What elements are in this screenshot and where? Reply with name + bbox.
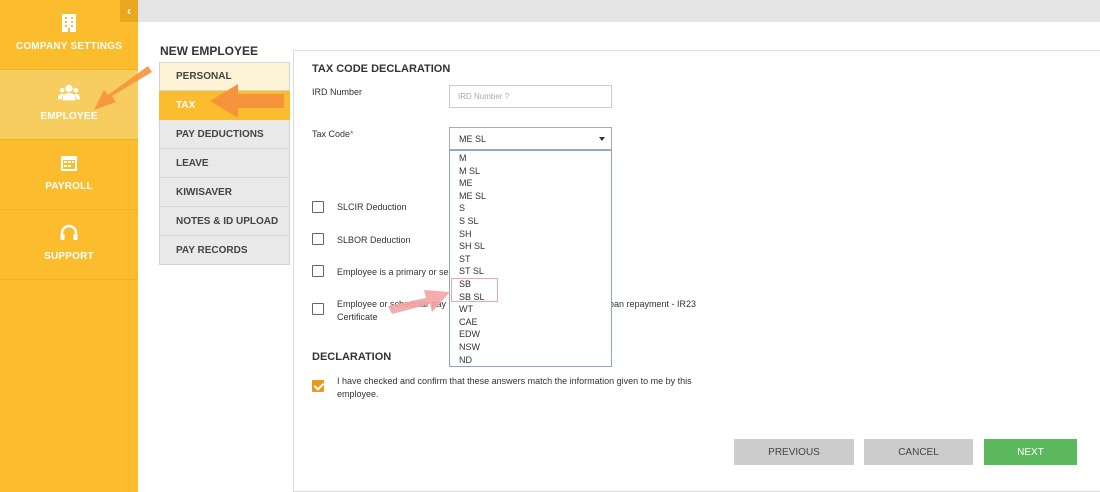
next-button[interactable]: NEXT [984, 439, 1077, 465]
tax-code-option[interactable]: CAE [450, 316, 611, 329]
tax-code-label: Tax Code* [312, 129, 354, 139]
sidebar: COMPANY SETTINGS EMPLOYEE PAYROLL SUPPOR… [0, 0, 138, 492]
tax-code-option[interactable]: WT [450, 303, 611, 316]
subnav-item-pay-records[interactable]: PAY RECORDS [159, 236, 290, 265]
declaration-text: I have checked and confirm that these an… [337, 376, 692, 386]
headset-icon [58, 222, 80, 244]
sidebar-item-support[interactable]: SUPPORT [0, 210, 138, 280]
sidebar-item-payroll[interactable]: PAYROLL [0, 140, 138, 210]
slcir-deduction-label: SLCIR Deduction [337, 202, 407, 212]
cancel-button[interactable]: CANCEL [864, 439, 973, 465]
slbor-deduction-checkbox[interactable] [312, 233, 324, 245]
caret-down-icon [599, 137, 605, 141]
schedular-payment-label-line2: Certificate [337, 312, 378, 322]
subnav-item-pay-deductions[interactable]: PAY DEDUCTIONS [159, 120, 290, 149]
page-title: NEW EMPLOYEE [160, 44, 259, 58]
tax-code-option[interactable]: NSW [450, 341, 611, 354]
tax-code-option[interactable]: M SL [450, 165, 611, 178]
ird-number-label: IRD Number [312, 87, 363, 97]
primary-employment-checkbox[interactable] [312, 265, 324, 277]
required-mark: * [350, 129, 354, 139]
tax-code-option[interactable]: ME [450, 177, 611, 190]
tax-code-select[interactable]: ME SL [449, 127, 612, 150]
sidebar-item-label: SUPPORT [44, 251, 94, 262]
sidebar-item-company-settings[interactable]: COMPANY SETTINGS [0, 0, 138, 70]
schedular-payment-label: Employee or schedular pay [337, 299, 447, 309]
app-root: COMPANY SETTINGS EMPLOYEE PAYROLL SUPPOR… [0, 0, 1100, 492]
highlight-box [451, 278, 498, 302]
subnav-item-leave[interactable]: LEAVE [159, 149, 290, 178]
declaration-checkbox[interactable] [312, 380, 324, 392]
employee-subnav: PERSONAL TAX PAY DEDUCTIONS LEAVE KIWISA… [159, 62, 290, 265]
schedular-payment-checkbox[interactable] [312, 303, 324, 315]
tax-code-option[interactable]: ND [450, 354, 611, 367]
sidebar-item-label: PAYROLL [45, 181, 93, 192]
slcir-deduction-checkbox[interactable] [312, 201, 324, 213]
slbor-deduction-label: SLBOR Deduction [337, 235, 411, 245]
tax-code-option[interactable]: SH [450, 228, 611, 241]
tax-code-option[interactable]: S SL [450, 215, 611, 228]
subnav-item-tax[interactable]: TAX [159, 91, 290, 120]
ird-number-input[interactable] [449, 85, 612, 108]
calendar-icon [58, 152, 80, 174]
previous-button[interactable]: PREVIOUS [734, 439, 854, 465]
subnav-item-personal[interactable]: PERSONAL [159, 62, 290, 91]
declaration-text-line2: employee. [337, 389, 379, 399]
subnav-item-kiwisaver[interactable]: KIWISAVER [159, 178, 290, 207]
building-icon [58, 12, 80, 34]
tax-code-option[interactable]: EDW [450, 328, 611, 341]
tax-code-label-text: Tax Code [312, 129, 351, 139]
section-title-declaration: DECLARATION [312, 351, 392, 363]
sidebar-item-label: COMPANY SETTINGS [15, 41, 123, 52]
tax-code-option[interactable]: ST SL [450, 265, 611, 278]
tax-code-selected-value: ME SL [459, 133, 487, 144]
tax-code-option[interactable]: ST [450, 253, 611, 266]
primary-employment-label: Employee is a primary or se [337, 267, 449, 277]
tax-code-option[interactable]: ME SL [450, 190, 611, 203]
users-icon [58, 82, 80, 104]
top-bar [138, 0, 1100, 22]
tax-code-option[interactable]: S [450, 202, 611, 215]
sidebar-item-label: EMPLOYEE [40, 111, 98, 122]
sidebar-collapse-button[interactable]: ‹ [120, 0, 138, 22]
subnav-item-notes-id-upload[interactable]: NOTES & ID UPLOAD [159, 207, 290, 236]
sidebar-item-employee[interactable]: EMPLOYEE [0, 70, 138, 140]
tax-code-dropdown: M M SL ME ME SL S S SL SH SH SL ST ST SL… [449, 150, 612, 367]
tax-code-option[interactable]: M [450, 152, 611, 165]
section-title-tax-code: TAX CODE DECLARATION [312, 63, 451, 75]
tax-code-option[interactable]: SH SL [450, 240, 611, 253]
